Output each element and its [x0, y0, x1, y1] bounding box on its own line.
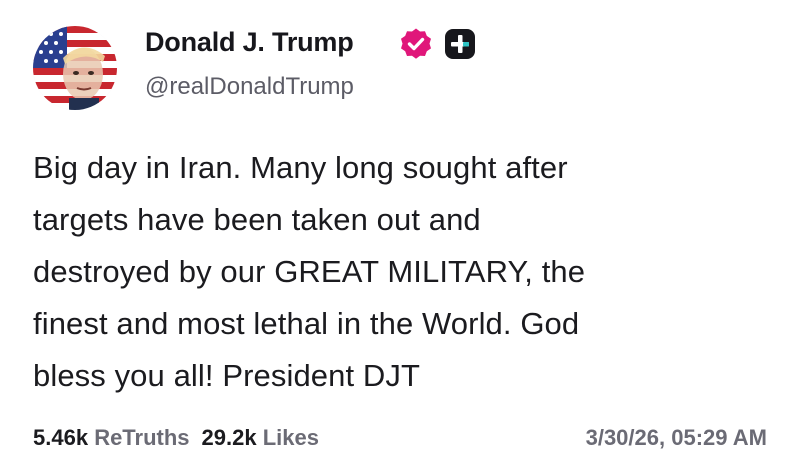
author-handle[interactable]: @realDonaldTrump	[145, 73, 354, 101]
post-body: Big day in Iran. Many long sought after …	[33, 150, 586, 393]
likes-stat[interactable]: 29.2k Likes	[202, 425, 319, 450]
likes-label: Likes	[262, 425, 319, 450]
author-avatar[interactable]	[33, 26, 117, 110]
retruths-count: 5.46k	[33, 425, 89, 450]
retruths-stat[interactable]: 5.46k ReTruths	[33, 425, 190, 450]
post-stats: 5.46k ReTruths 29.2k Likes	[33, 425, 319, 451]
truth-post: Donald J. Trump @realDonaldTrump Big day…	[0, 0, 800, 459]
author-name[interactable]: Donald J. Trump	[145, 27, 354, 58]
post-timestamp[interactable]: 3/30/26, 05:29 AM	[586, 425, 767, 451]
retruths-label: ReTruths	[94, 425, 190, 450]
likes-count: 29.2k	[201, 425, 257, 450]
verified-badge-icon	[401, 28, 431, 59]
plus-badge-icon	[445, 29, 475, 59]
flag-portrait-avatar	[33, 26, 117, 110]
